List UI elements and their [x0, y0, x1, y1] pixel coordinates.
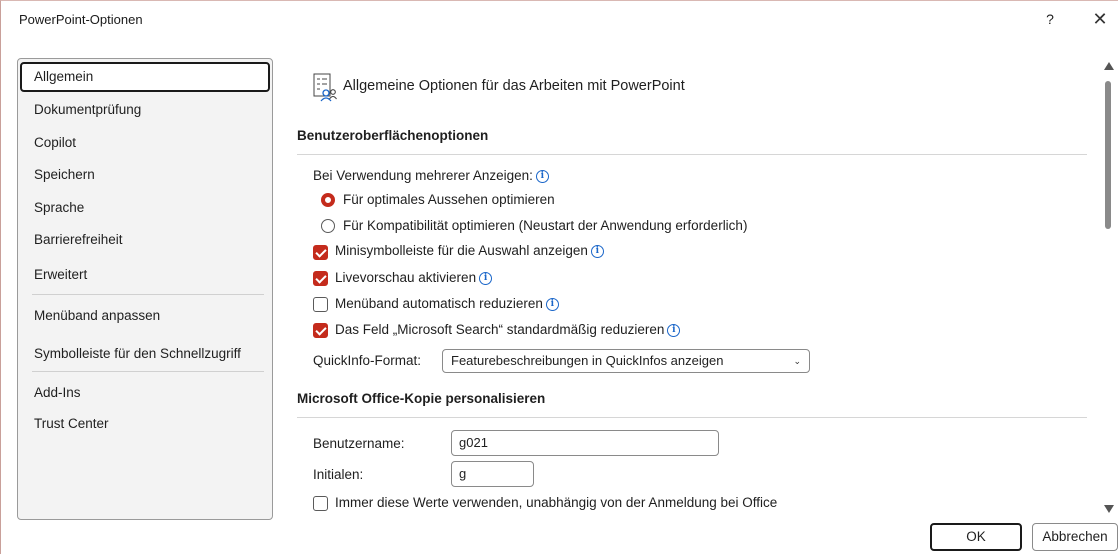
sidebar-item-allgemein[interactable]: Allgemein [20, 62, 270, 92]
quickinfo-format-select[interactable]: Featurebeschreibungen in QuickInfos anze… [442, 349, 810, 373]
options-dialog: PowerPoint-Optionen ? ✕ Allgemein Dokume… [0, 0, 1118, 554]
sidebar-divider [32, 294, 264, 295]
sidebar-item-barrierefreiheit[interactable]: Barrierefreiheit [20, 225, 270, 255]
section-divider [297, 417, 1087, 418]
title-bar: PowerPoint-Optionen ? ✕ [1, 1, 1118, 35]
sidebar-item-erweitert[interactable]: Erweitert [20, 260, 270, 290]
personalize-heading: Microsoft Office-Kopie personalisieren [297, 391, 546, 406]
sidebar-item-menueband-anpassen[interactable]: Menüband anpassen [20, 301, 270, 331]
close-button[interactable]: ✕ [1087, 7, 1113, 31]
help-button[interactable]: ? [1039, 7, 1061, 31]
scroll-down-arrow-icon[interactable] [1104, 505, 1114, 513]
sidebar-item-add-ins[interactable]: Add-Ins [20, 378, 270, 408]
collapse-search-label: Das Feld „Microsoft Search“ standardmäßi… [335, 322, 681, 337]
checkbox-mini-toolbar[interactable] [313, 245, 328, 260]
sidebar-item-schnellzugriff[interactable]: Symbolleiste für den Schnellzugriff [20, 339, 270, 369]
checkbox-always-use-values[interactable] [313, 496, 328, 511]
page-title: Allgemeine Optionen für das Arbeiten mit… [343, 78, 685, 94]
ui-options-heading: Benutzeroberflächenoptionen [297, 128, 489, 143]
checkbox-collapse-ribbon[interactable] [313, 297, 328, 312]
always-use-values-label: Immer diese Werte verwenden, unabhängig … [335, 495, 778, 510]
chevron-down-icon: ⌄ [793, 356, 801, 366]
multi-display-label: Bei Verwendung mehrerer Anzeigen: i [313, 168, 549, 183]
quickinfo-label: QuickInfo-Format: [313, 353, 422, 368]
cancel-button[interactable]: Abbrechen [1032, 523, 1118, 551]
sidebar-item-speichern[interactable]: Speichern [20, 160, 270, 190]
live-preview-label: Livevorschau aktivieren i [335, 270, 493, 285]
username-label: Benutzername: [313, 436, 405, 451]
sidebar: Allgemein Dokumentprüfung Copilot Speich… [17, 58, 273, 520]
general-options-icon [313, 73, 337, 102]
username-input[interactable]: g021 [451, 430, 719, 456]
sidebar-item-trust-center[interactable]: Trust Center [20, 409, 270, 439]
mini-toolbar-label: Minisymbolleiste für die Auswahl anzeige… [335, 243, 604, 258]
section-divider [297, 154, 1087, 155]
info-icon[interactable]: i [590, 245, 604, 258]
sidebar-divider [32, 371, 264, 372]
sidebar-item-sprache[interactable]: Sprache [20, 193, 270, 223]
info-icon[interactable]: i [535, 170, 549, 183]
radio-compatibility[interactable] [321, 219, 335, 233]
info-icon[interactable]: i [667, 324, 681, 337]
quickinfo-selected-value: Featurebeschreibungen in QuickInfos anze… [451, 353, 724, 368]
options-content: Allgemeine Optionen für das Arbeiten mit… [281, 51, 1099, 517]
scroll-thumb[interactable] [1105, 81, 1111, 229]
window-title: PowerPoint-Optionen [19, 12, 143, 27]
checkbox-collapse-search[interactable] [313, 323, 328, 338]
initials-label: Initialen: [313, 467, 364, 482]
collapse-ribbon-label: Menüband automatisch reduzieren i [335, 296, 559, 311]
info-icon[interactable]: i [545, 298, 559, 311]
checkbox-live-preview[interactable] [313, 271, 328, 286]
info-icon[interactable]: i [479, 272, 493, 285]
sidebar-item-dokumentpruefung[interactable]: Dokumentprüfung [20, 95, 270, 125]
ok-button[interactable]: OK [930, 523, 1022, 551]
scroll-up-arrow-icon[interactable] [1104, 62, 1114, 70]
radio-optimal-label: Für optimales Aussehen optimieren [343, 192, 555, 207]
radio-compat-label: Für Kompatibilität optimieren (Neustart … [343, 218, 748, 233]
initials-input[interactable]: g [451, 461, 534, 487]
radio-optimal-appearance[interactable] [321, 193, 335, 207]
sidebar-item-copilot[interactable]: Copilot [20, 128, 270, 158]
vertical-scrollbar[interactable] [1101, 59, 1115, 515]
